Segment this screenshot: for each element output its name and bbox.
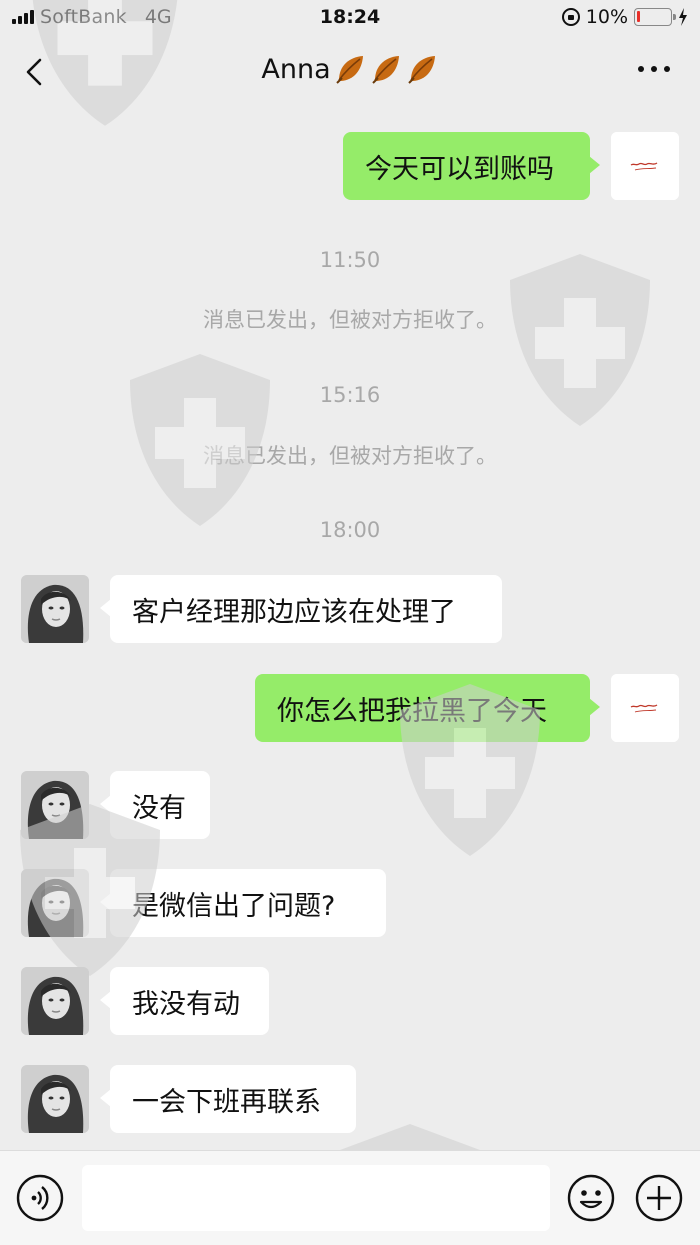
- timestamp: 18:00: [319, 518, 381, 542]
- message-text: 客户经理那边应该在处理了: [132, 596, 456, 628]
- timestamp: 15:16: [319, 383, 381, 407]
- message-bubble-outgoing[interactable]: 今天可以到账吗: [343, 132, 600, 200]
- status-right: 10%: [561, 6, 688, 28]
- self-avatar[interactable]: [611, 674, 679, 742]
- rotation-lock-icon: [561, 8, 580, 26]
- self-avatar[interactable]: [611, 132, 679, 200]
- message-bubble-incoming[interactable]: 是微信出了问题?: [100, 869, 386, 937]
- contact-name: Anna: [261, 53, 331, 85]
- contact-avatar[interactable]: [21, 771, 89, 839]
- fallen-leaf-icon: [369, 52, 403, 86]
- contact-avatar[interactable]: [21, 967, 89, 1035]
- contact-avatar[interactable]: [21, 575, 89, 643]
- fallen-leaf-icon: [405, 52, 439, 86]
- message-input[interactable]: [82, 1165, 550, 1231]
- fallen-leaf-icon: [333, 52, 367, 86]
- charging-bolt-icon: [679, 8, 687, 26]
- message-bubble-incoming[interactable]: 没有: [100, 771, 210, 839]
- system-notice: 消息已发出，但被对方拒收了。: [203, 444, 497, 468]
- message-text: 我没有动: [132, 988, 240, 1020]
- chat-title: Anna: [0, 52, 700, 86]
- status-bar: SoftBank 4G 18:24 10%: [0, 0, 700, 36]
- message-list[interactable]: 今天可以到账吗 11:50 消息已发出，但被对方拒收了。 15:16 消息已发出…: [0, 108, 700, 1150]
- message-text: 没有: [132, 792, 186, 824]
- voice-icon[interactable]: [15, 1173, 65, 1223]
- plus-icon[interactable]: [634, 1173, 684, 1223]
- message-bubble-incoming[interactable]: 客户经理那边应该在处理了: [100, 575, 502, 643]
- message-text: 你怎么把我拉黑了今天: [277, 695, 547, 727]
- message-bubble-outgoing[interactable]: 你怎么把我拉黑了今天: [255, 674, 600, 742]
- battery-fill: [637, 11, 640, 22]
- more-dots-icon[interactable]: [638, 66, 670, 72]
- contact-avatar[interactable]: [21, 1065, 89, 1133]
- message-bubble-incoming[interactable]: 一会下班再联系: [100, 1065, 356, 1133]
- contact-avatar[interactable]: [21, 869, 89, 937]
- battery-percent: 10%: [585, 6, 628, 28]
- battery-icon: [634, 8, 676, 26]
- message-text: 一会下班再联系: [132, 1086, 321, 1118]
- message-text: 是微信出了问题?: [132, 890, 336, 922]
- input-bar: [0, 1150, 700, 1245]
- system-notice: 消息已发出，但被对方拒收了。: [203, 308, 497, 332]
- emoji-icon[interactable]: [566, 1173, 616, 1223]
- message-text: 今天可以到账吗: [365, 153, 554, 185]
- chat-header: Anna: [0, 36, 700, 108]
- timestamp: 11:50: [319, 248, 381, 272]
- message-bubble-incoming[interactable]: 我没有动: [100, 967, 269, 1035]
